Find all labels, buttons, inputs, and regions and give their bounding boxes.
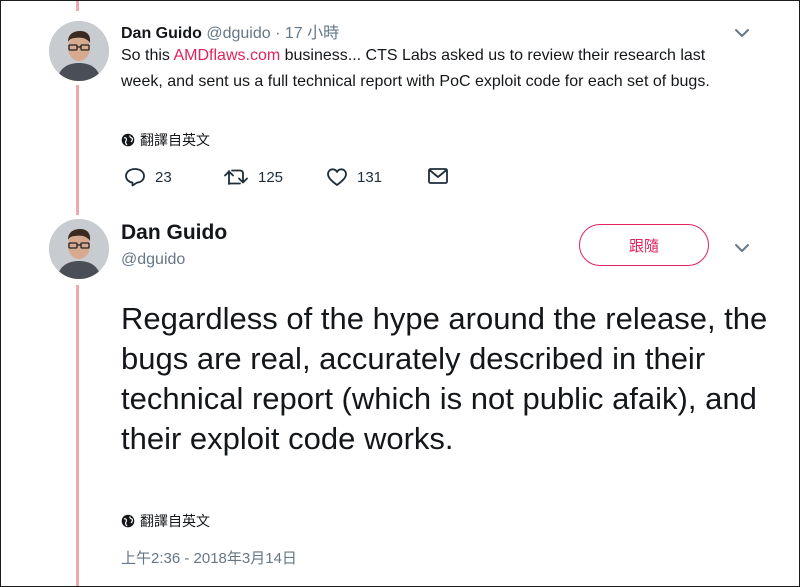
avatar[interactable] bbox=[49, 21, 109, 81]
author-handle[interactable]: @dguido bbox=[206, 25, 270, 42]
globe-icon bbox=[121, 514, 135, 528]
author-name[interactable]: Dan Guido bbox=[121, 221, 227, 245]
chevron-down-icon[interactable] bbox=[734, 242, 750, 254]
thread-connector-line bbox=[76, 285, 79, 586]
retweet-button[interactable]: 125 bbox=[223, 167, 283, 187]
tweet1-author-line: Dan Guido @dguido · 17 小時 bbox=[121, 19, 339, 43]
reply-count: 23 bbox=[155, 168, 172, 186]
like-button[interactable]: 131 bbox=[326, 167, 382, 187]
reply-button[interactable]: 23 bbox=[124, 167, 172, 187]
translate-link[interactable]: 翻譯自英文 bbox=[121, 511, 210, 531]
separator-dot: · bbox=[275, 25, 281, 42]
like-count: 131 bbox=[357, 168, 383, 186]
follow-button[interactable]: 跟隨 bbox=[579, 224, 709, 266]
tweet-timestamp[interactable]: 上午2:36 - 2018年3月14日 bbox=[121, 547, 297, 568]
tweet1-text: So this AMDflaws.com business... CTS Lab… bbox=[121, 43, 741, 94]
reply-icon bbox=[125, 168, 145, 187]
tweet1-text-before: So this bbox=[121, 47, 174, 64]
retweet-count: 125 bbox=[258, 168, 284, 186]
retweet-icon bbox=[224, 169, 248, 185]
tweet-time[interactable]: 17 小時 bbox=[285, 25, 339, 42]
follow-label: 跟隨 bbox=[628, 237, 659, 255]
avatar[interactable] bbox=[49, 219, 109, 279]
thread-connector-line bbox=[76, 85, 79, 215]
tweet1-action-bar: 23 125 131 bbox=[121, 167, 461, 195]
translate-link[interactable]: 翻譯自英文 bbox=[121, 130, 210, 150]
thread-connector-line bbox=[76, 1, 79, 11]
author-handle[interactable]: @dguido bbox=[121, 251, 185, 269]
author-name[interactable]: Dan Guido bbox=[121, 25, 202, 42]
envelope-icon bbox=[428, 168, 448, 184]
tweet1-link[interactable]: AMDflaws.com bbox=[173, 47, 280, 64]
globe-icon bbox=[121, 133, 135, 147]
translate-label: 翻譯自英文 bbox=[140, 132, 210, 148]
tweet2-text: Regardless of the hype around the releas… bbox=[121, 301, 768, 456]
direct-message-button[interactable] bbox=[427, 167, 449, 185]
heart-icon bbox=[327, 168, 347, 186]
chevron-down-icon[interactable] bbox=[734, 27, 750, 39]
tweet-thread-window: Dan Guido @dguido · 17 小時 So this AMDfla… bbox=[0, 0, 800, 587]
translate-label: 翻譯自英文 bbox=[140, 513, 210, 529]
